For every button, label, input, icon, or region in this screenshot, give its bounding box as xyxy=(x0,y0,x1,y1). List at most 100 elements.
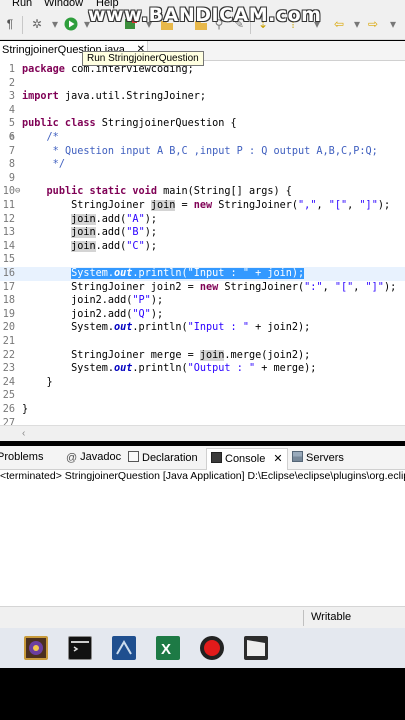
declaration-icon xyxy=(128,451,139,462)
code-line[interactable]: 14 join.add("C"); xyxy=(0,240,405,254)
tab-servers-label: Servers xyxy=(306,452,344,464)
horizontal-scrollbar[interactable]: ‹ xyxy=(0,425,405,441)
code-text: public class StringjoinerQuestion { xyxy=(22,118,237,130)
code-line[interactable]: 24 } xyxy=(0,376,405,390)
record-icon[interactable] xyxy=(200,636,224,660)
code-line[interactable]: 19 join2.add("Q"); xyxy=(0,308,405,322)
terminal-icon[interactable] xyxy=(68,636,92,660)
line-number: 4 xyxy=(8,104,15,116)
code-line[interactable]: 12 join.add("A"); xyxy=(0,213,405,227)
code-text: StringJoiner join = new StringJoiner(","… xyxy=(22,200,391,211)
code-line[interactable]: 4 xyxy=(0,104,405,118)
taskbar: X xyxy=(0,628,405,668)
back-arrow-icon[interactable]: ⇦ xyxy=(332,17,346,31)
code-line[interactable]: 2 xyxy=(0,77,405,91)
excel-icon[interactable]: X xyxy=(156,636,180,660)
code-text: } xyxy=(22,376,53,388)
code-line[interactable]: 3 import java.util.StringJoiner; xyxy=(0,90,405,104)
code-text: } xyxy=(22,404,29,415)
line-number: 25 xyxy=(2,390,15,402)
close-icon[interactable]: ✕ xyxy=(273,453,282,465)
video-editor-icon[interactable] xyxy=(244,636,268,660)
line-number: 20 xyxy=(2,322,15,334)
code-text: System.out.println("Output : " + merge); xyxy=(22,363,317,375)
status-writable: Writable xyxy=(311,611,352,623)
code-line[interactable]: 18 join2.add("P"); xyxy=(0,294,405,308)
line-number: 2 xyxy=(8,77,15,89)
code-line[interactable]: 5 public class StringjoinerQuestion { xyxy=(0,117,405,131)
tab-declaration-label: Declaration xyxy=(142,452,198,464)
line-number: 22 xyxy=(2,349,15,361)
debug-icon[interactable]: ✲ xyxy=(30,17,44,31)
code-line[interactable]: 9 xyxy=(0,172,405,186)
paragraph-icon[interactable]: ¶ xyxy=(3,17,17,31)
line-number: 21 xyxy=(2,336,15,347)
console-output[interactable] xyxy=(0,484,405,606)
code-line[interactable]: 10 ⊖ public static void main(String[] arg… xyxy=(0,185,405,199)
code-text: join.add("B"); xyxy=(71,227,157,239)
code-text: join.add("C"); xyxy=(71,240,157,252)
fold-toggle-icon[interactable]: ⊖ xyxy=(15,185,20,199)
line-number: 11 xyxy=(2,200,15,211)
line-number: 10 xyxy=(2,186,15,198)
code-text: StringJoiner merge = join.merge(join2); xyxy=(22,349,311,361)
forward-dropdown-icon[interactable]: ▾ xyxy=(386,17,400,31)
chevron-left-icon[interactable]: ‹ xyxy=(22,428,25,439)
status-bar: Writable xyxy=(0,606,405,628)
code-editor[interactable]: 1 package com.interviewcoding; 2 3 import ja… xyxy=(0,61,405,429)
tab-declaration[interactable]: Declaration xyxy=(128,451,198,464)
code-line[interactable]: 11 StringJoiner join = new StringJoiner(… xyxy=(0,199,405,213)
line-number: 3 xyxy=(8,91,15,103)
menu-run[interactable]: Run xyxy=(12,0,32,9)
code-line[interactable]: 17 StringJoiner join2 = new StringJoiner… xyxy=(0,281,405,295)
tab-console[interactable]: Console ✕ xyxy=(206,448,288,470)
at-sign-icon: @ xyxy=(66,452,78,464)
code-line[interactable]: 7 * Question input A B,C ,input P : Q ou… xyxy=(0,145,405,159)
code-line[interactable]: 26} xyxy=(0,403,405,417)
tab-problems-label: Problems xyxy=(0,451,44,463)
code-line[interactable]: 6 ⊖ /* xyxy=(0,131,405,145)
line-number: 18 xyxy=(2,295,15,307)
code-line[interactable]: 15 xyxy=(0,253,405,267)
code-text: * Question input A B,C ,input P : Q outp… xyxy=(46,145,378,157)
code-line[interactable]: 8 */ xyxy=(0,158,405,172)
tab-servers[interactable]: Servers xyxy=(292,451,344,464)
code-line[interactable]: 25 xyxy=(0,389,405,403)
back-dropdown-icon[interactable]: ▾ xyxy=(350,17,364,31)
line-number: 7 xyxy=(8,145,15,157)
line-number: 19 xyxy=(2,308,15,320)
status-separator xyxy=(303,610,304,626)
line-number: 14 xyxy=(2,240,15,252)
line-number: 26 xyxy=(2,404,15,415)
code-line[interactable]: 23 System.out.println("Output : " + merg… xyxy=(0,362,405,376)
tab-problems[interactable]: Problems xyxy=(0,451,43,463)
tab-javadoc-label: Javadoc xyxy=(80,451,122,463)
menu-window[interactable]: Window xyxy=(44,0,83,9)
code-line[interactable]: 13 join.add("B"); xyxy=(0,226,405,240)
network-tool-icon[interactable] xyxy=(112,636,136,660)
svg-text:X: X xyxy=(161,641,171,658)
eclipse-app-icon[interactable] xyxy=(24,636,48,660)
run-icon[interactable] xyxy=(64,17,78,31)
console-icon xyxy=(211,452,222,463)
code-text: public static void main(String[] args) { xyxy=(46,186,292,198)
line-number: 5 xyxy=(8,118,15,130)
letterbox-bar xyxy=(0,668,405,720)
line-number: 15 xyxy=(2,254,15,266)
code-text: join2.add("P"); xyxy=(22,295,164,307)
forward-arrow-icon[interactable]: ⇨ xyxy=(366,17,380,31)
code-text: System.out.println("Input : " + join); xyxy=(71,268,305,279)
code-line[interactable]: 22 StringJoiner merge = join.merge(join2… xyxy=(0,349,405,363)
fold-toggle-icon[interactable]: ⊖ xyxy=(9,131,14,145)
code-line[interactable]: 16 System.out.println("Input : " + join)… xyxy=(0,267,405,281)
line-number: 13 xyxy=(2,227,15,239)
line-number: 8 xyxy=(8,159,15,171)
line-number: 24 xyxy=(2,376,15,388)
code-line[interactable]: 20 System.out.println("Input : " + join2… xyxy=(0,321,405,335)
console-process-label: <terminated> StringjoinerQuestion [Java … xyxy=(0,470,405,484)
recorder-watermark: www.BANDICAM.com xyxy=(88,4,322,26)
line-number: 1 xyxy=(8,64,15,75)
code-line[interactable]: 21 xyxy=(0,335,405,349)
dropdown-arrow-icon[interactable]: ▾ xyxy=(48,17,62,31)
tab-javadoc[interactable]: @ Javadoc xyxy=(66,451,122,464)
